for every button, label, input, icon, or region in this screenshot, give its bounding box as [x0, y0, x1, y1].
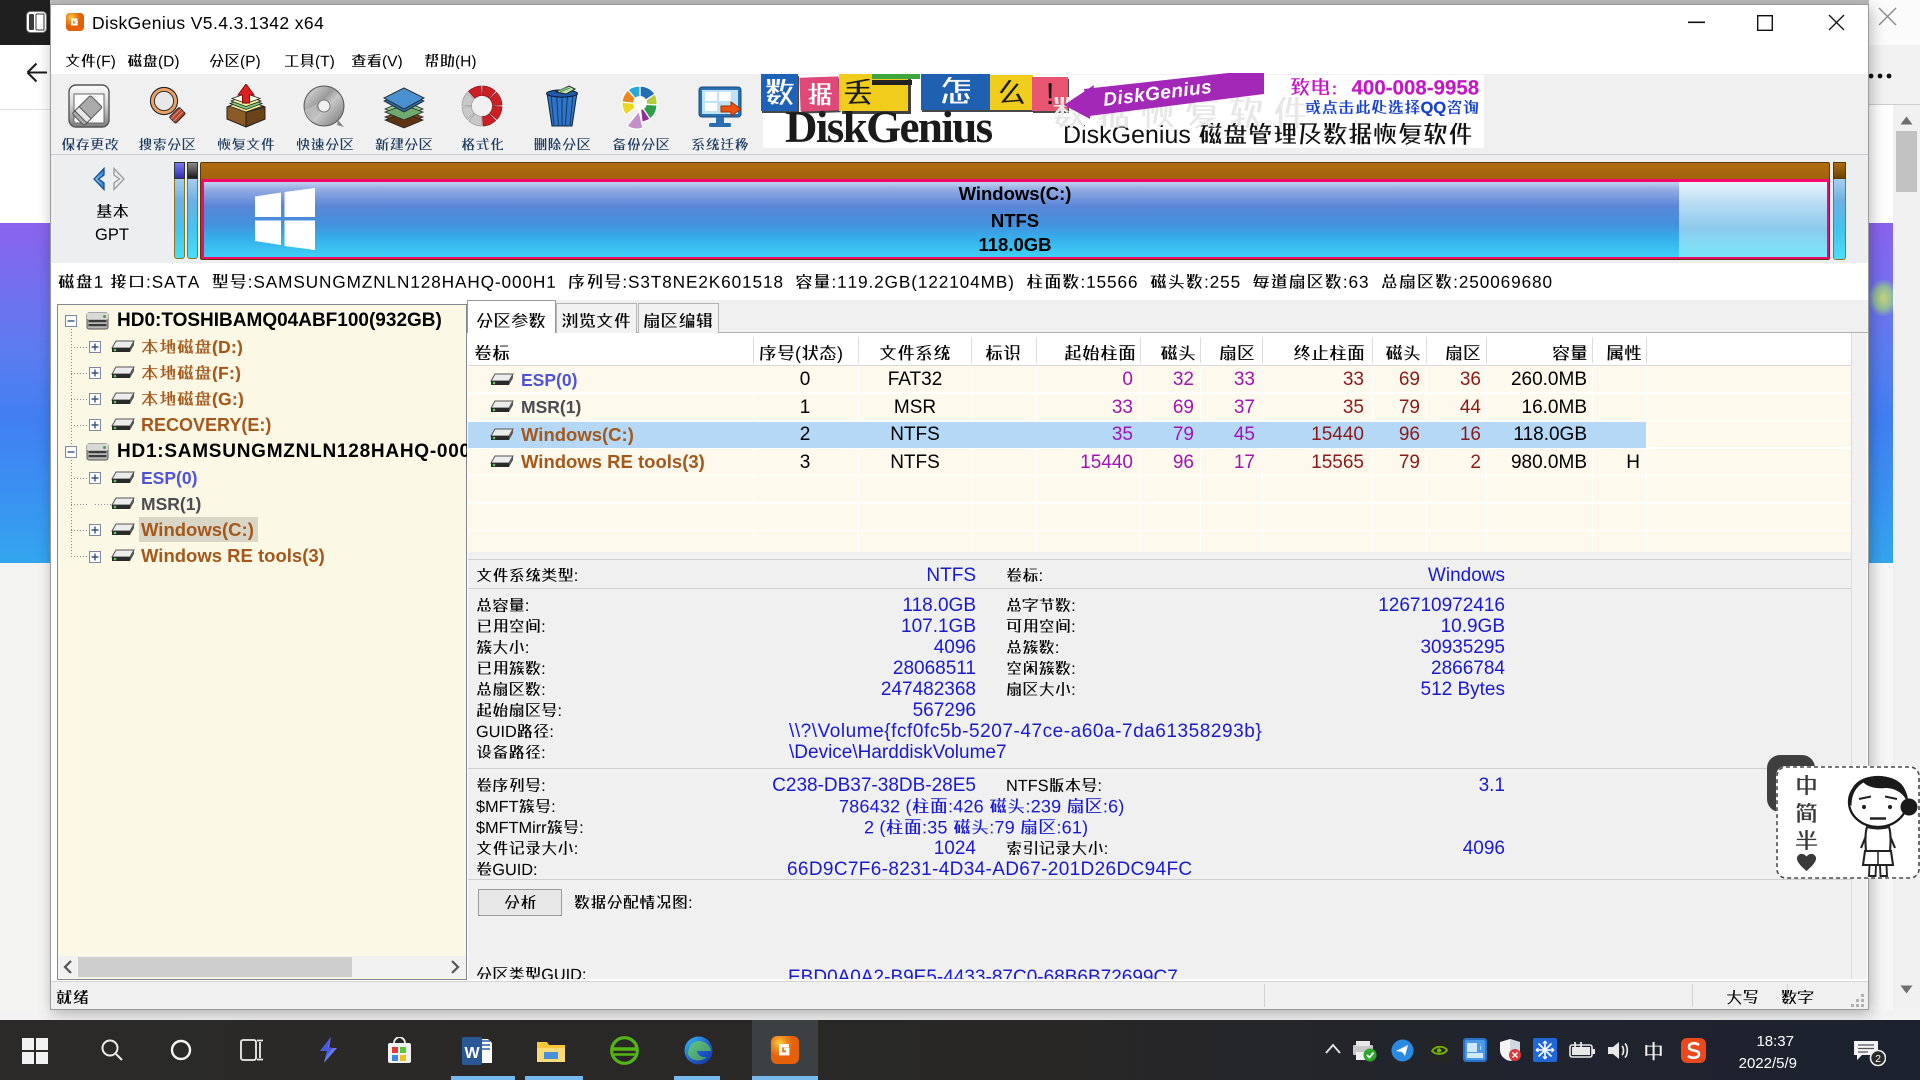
svg-text:2: 2 [1875, 1053, 1881, 1065]
svg-text:W: W [464, 1045, 480, 1062]
